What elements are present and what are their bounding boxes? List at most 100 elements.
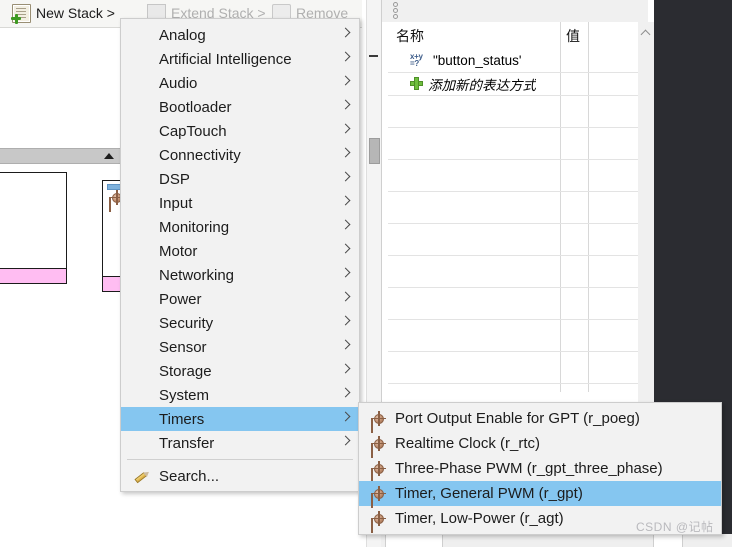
menu-item-dsp[interactable]: DSP [121, 167, 359, 191]
menu-item-label: Power [159, 290, 202, 308]
gpt-module-icon [371, 461, 386, 476]
chevron-right-icon [340, 315, 351, 326]
menu-item-audio[interactable]: Audio [121, 71, 359, 95]
menu-item-label: Transfer [159, 434, 215, 452]
menu-item-search[interactable]: Search... [121, 464, 359, 488]
menu-item-motor[interactable]: Motor [121, 239, 359, 263]
grid-line [388, 319, 648, 320]
menu-item-label: Input [159, 194, 193, 212]
table-row[interactable]: x+y =? "button_status' [388, 49, 648, 73]
bottom-panel-strip [381, 534, 732, 547]
stack-module-status-footer [0, 268, 66, 283]
chevron-right-icon [340, 171, 351, 182]
chevron-right-icon [340, 99, 351, 110]
menu-item-label: Motor [159, 242, 198, 260]
stack-module-box[interactable]: river for on nded but [0, 172, 67, 284]
menu-item-security[interactable]: Security [121, 311, 359, 335]
menu-item-label: Networking [159, 266, 235, 284]
submenu-item-r_gpt_three_phase[interactable]: Three-Phase PWM (r_gpt_three_phase) [359, 456, 721, 481]
add-expression-label: 添加新的表达方式 [428, 77, 536, 93]
panel-grip-icon[interactable] [393, 2, 399, 20]
grid-line [388, 351, 648, 352]
submenu-item-r_poeg[interactable]: Port Output Enable for GPT (r_poeg) [359, 406, 721, 431]
menu-item-label: CapTouch [159, 122, 227, 140]
menu-item-label: Security [159, 314, 214, 332]
submenu-item-label: Timer, General PWM (r_gpt) [395, 485, 583, 502]
column-header-value[interactable]: 值 [566, 22, 586, 49]
grid-line [388, 383, 648, 384]
context-menu-items: Analog Artificial Intelligence Audio Bootlo… [121, 23, 359, 455]
submenu-item-r_rtc[interactable]: Realtime Clock (r_rtc) [359, 431, 721, 456]
menu-item-monitoring[interactable]: Monitoring [121, 215, 359, 239]
csdn-watermark: CSDN @记帖 [636, 520, 714, 534]
submenu-item-label: Port Output Enable for GPT (r_poeg) [395, 410, 640, 427]
menu-item-analog[interactable]: Analog [121, 23, 359, 47]
chevron-right-icon [340, 363, 351, 374]
grid-line [388, 223, 648, 224]
chevron-right-icon [340, 243, 351, 254]
expression-name-text: "button_status' [433, 53, 522, 68]
chevron-right-icon [340, 75, 351, 86]
scroll-up-icon[interactable] [642, 29, 650, 37]
expressions-panel-header [382, 0, 648, 22]
menu-item-label: Artificial Intelligence [159, 50, 292, 68]
menu-item-artificial-intelligence[interactable]: Artificial Intelligence [121, 47, 359, 71]
chevron-right-icon [340, 51, 351, 62]
bottom-segment [385, 534, 443, 547]
grid-line [388, 287, 648, 288]
menu-item-connectivity[interactable]: Connectivity [121, 143, 359, 167]
menu-item-label: Connectivity [159, 146, 241, 164]
pencil-search-icon [130, 464, 154, 488]
menu-item-input[interactable]: Input [121, 191, 359, 215]
menu-separator [127, 459, 353, 460]
submenu-item-label: Three-Phase PWM (r_gpt_three_phase) [395, 460, 663, 477]
menu-item-label: Bootloader [159, 98, 232, 116]
grid-line [388, 95, 648, 96]
menu-item-system[interactable]: System [121, 383, 359, 407]
chevron-right-icon [340, 147, 351, 158]
menu-item-label: Storage [159, 362, 212, 380]
menu-item-networking[interactable]: Networking [121, 263, 359, 287]
collapse-triangle-icon [104, 153, 114, 159]
chevron-right-icon [340, 123, 351, 134]
menu-item-storage[interactable]: Storage [121, 359, 359, 383]
gpt-module-icon [371, 411, 386, 426]
scroll-tick [369, 55, 378, 57]
stack-module-description: river for on nded but [0, 181, 62, 244]
gpt-module-icon [371, 486, 386, 501]
submenu-item-r_gpt[interactable]: Timer, General PWM (r_gpt) [359, 481, 721, 506]
section-collapse-bar[interactable] [0, 148, 120, 164]
menu-item-power[interactable]: Power [121, 287, 359, 311]
canvas-scroll-thumb[interactable] [369, 138, 380, 164]
menu-item-label: Analog [159, 26, 206, 44]
chevron-right-icon [340, 411, 351, 422]
chevron-right-icon [340, 291, 351, 302]
menu-item-bootloader[interactable]: Bootloader [121, 95, 359, 119]
add-expression-cell: 添加新的表达方式 [410, 72, 536, 95]
timers-submenu[interactable]: Port Output Enable for GPT (r_poeg) Realt… [358, 402, 722, 535]
column-header-name[interactable]: 名称 [396, 22, 556, 49]
expression-name-cell: x+y =? "button_status' [410, 49, 521, 72]
gpt-module-icon [371, 511, 386, 526]
expressions-table: 名称 值 x+y =? "button_status' 添加新的表达方式 [388, 22, 648, 392]
bottom-segment-2 [653, 534, 683, 547]
menu-item-transfer[interactable]: Transfer [121, 431, 359, 455]
new-stack-document-icon [11, 3, 31, 24]
menu-item-label: Timers [159, 410, 205, 428]
grid-line [388, 127, 648, 128]
add-expression-icon [410, 77, 423, 90]
new-stack-button[interactable]: New Stack > [8, 2, 119, 24]
chevron-right-icon [340, 387, 351, 398]
new-stack-context-menu[interactable]: Analog Artificial Intelligence Audio Bootlo… [120, 18, 360, 492]
menu-item-captouch[interactable]: CapTouch [121, 119, 359, 143]
chevron-right-icon [340, 339, 351, 350]
menu-item-search-label: Search... [159, 467, 220, 485]
menu-item-timers[interactable]: Timers [121, 407, 359, 431]
grid-line [388, 191, 648, 192]
grid-line [388, 159, 648, 160]
chevron-right-icon [340, 195, 351, 206]
list-item[interactable]: 添加新的表达方式 [388, 72, 648, 96]
menu-item-label: Audio [159, 74, 198, 92]
menu-item-sensor[interactable]: Sensor [121, 335, 359, 359]
expression-xy-icon: x+y =? [410, 51, 423, 68]
